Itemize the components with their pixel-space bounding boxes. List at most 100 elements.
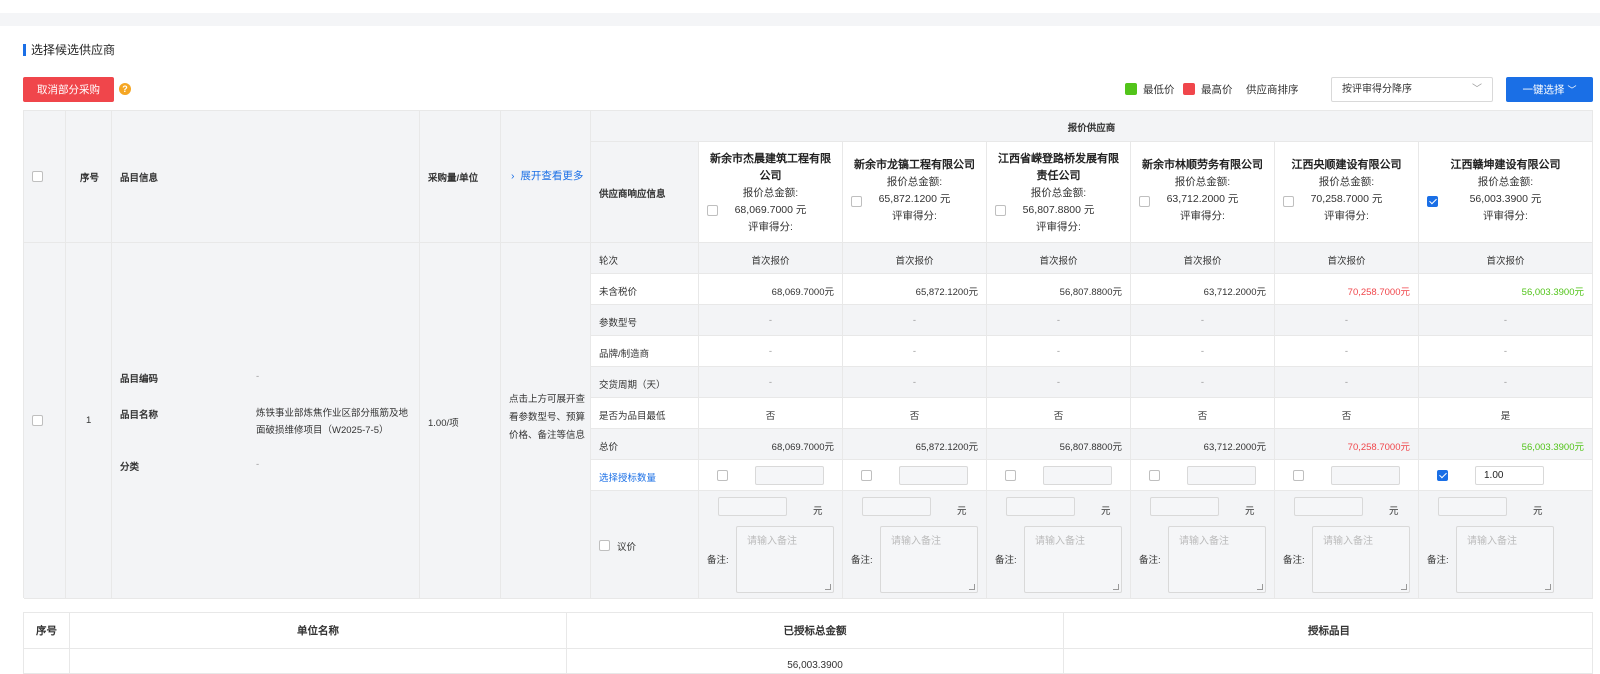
remark-textarea[interactable]: 请输入备注 [1024, 526, 1122, 593]
row-label-price: 总价 [599, 442, 619, 453]
supplier-lowest-value: 否 [1053, 411, 1064, 422]
negotiate-price-input[interactable] [718, 497, 787, 516]
negotiate-price-input[interactable] [1294, 497, 1363, 516]
summary-col-items: 授标品目 [1064, 613, 1592, 673]
select-all-checkbox[interactable] [32, 171, 43, 182]
chevron-down-icon: ﹀ [1472, 84, 1482, 95]
supplier-lowest-value: 是 [1500, 411, 1511, 422]
supplier-5-round-cell: 首次报价 [1419, 243, 1593, 274]
supplier-name: 江西赣坤建设有限公司 [1450, 159, 1561, 171]
award-checkbox[interactable] [717, 470, 728, 481]
yuan-unit: 元 [1389, 506, 1399, 517]
supplier-sort-select[interactable]: 按评审得分降序 ﹀ [1331, 77, 1493, 102]
supplier-untaxed-value: 56,807.8800元 [1059, 287, 1122, 298]
award-qty-input[interactable] [899, 466, 968, 485]
supplier-price-value: 56,003.3900元 [1521, 442, 1584, 453]
quote-total-value: 70,258.7000 元 [1310, 193, 1383, 205]
supplier-param-value: - [1200, 315, 1205, 326]
negotiate-checkbox[interactable] [599, 540, 610, 551]
supplier-4-price-cell: 70,258.7000元 [1275, 429, 1419, 460]
remark-textarea[interactable]: 请输入备注 [880, 526, 978, 593]
remark-textarea[interactable]: 请输入备注 [1456, 526, 1554, 593]
supplier-untaxed-value: 70,258.7000元 [1347, 287, 1410, 298]
supplier-selection-panel: 选择候选供应商 取消部分采购 ? 最低价 最高价 供应商排序 按评审得分降序 ﹀… [0, 26, 1600, 674]
supplier-3-untaxed-cell: 63,712.2000元 [1131, 274, 1275, 305]
negotiate-price-input[interactable] [1438, 497, 1507, 516]
supplier-4-param-cell: - [1275, 305, 1419, 336]
yuan-unit: 元 [957, 506, 967, 517]
supplier-header-5: 江西赣坤建设有限公司 报价总金额: 56,003.3900 元评审得分: [1419, 142, 1593, 243]
supplier-round-value: 首次报价 [1486, 256, 1525, 267]
award-checkbox[interactable] [1437, 470, 1448, 481]
supplier-0-lowest-cell: 否 [699, 398, 843, 429]
help-icon[interactable]: ? [119, 83, 131, 95]
supplier-quote-table: 序号 品目信息 采购量/单位 › 展开查看更多 报价供应商 供应商响应信息 1 … [23, 110, 1593, 599]
header-index: 序号 [80, 173, 100, 184]
supplier-2-round-cell: 首次报价 [987, 243, 1131, 274]
supplier-5-param-cell: - [1419, 305, 1593, 336]
award-checkbox[interactable] [1149, 470, 1160, 481]
negotiate-price-input[interactable] [1150, 497, 1219, 516]
supplier-0-delivery-cell: - [699, 367, 843, 398]
negotiate-price-input[interactable] [862, 497, 931, 516]
award-qty-input[interactable]: 1.00 [1475, 466, 1544, 485]
row-index-cell: 1 [66, 243, 112, 599]
row-label-untaxed: 未含税价 [599, 287, 638, 298]
header-quote-suppliers: 报价供应商 [1067, 123, 1116, 134]
one-click-select-button[interactable]: 一键选择 ﹀ [1506, 77, 1593, 102]
remark-textarea[interactable]: 请输入备注 [1168, 526, 1266, 593]
supplier-4-delivery-cell: - [1275, 367, 1419, 398]
row-label-cell-delivery: 交货周期（天） [591, 367, 699, 398]
supplier-round-value: 首次报价 [1327, 256, 1366, 267]
expand-more-link[interactable]: › 展开查看更多 [511, 168, 583, 183]
review-score-label: 评审得分: [1036, 221, 1081, 233]
supplier-3-lowest-cell: 否 [1131, 398, 1275, 429]
row-label-round: 轮次 [599, 256, 619, 267]
supplier-5-price-cell: 56,003.3900元 [1419, 429, 1593, 460]
award-qty-input[interactable] [1187, 466, 1256, 485]
header-expand-cell[interactable]: › 展开查看更多 [501, 111, 591, 243]
supplier-param-value: - [912, 315, 917, 326]
supplier-2-delivery-cell: - [987, 367, 1131, 398]
remark-textarea[interactable]: 请输入备注 [1312, 526, 1410, 593]
yuan-unit: 元 [1533, 506, 1543, 517]
sort-label: 供应商排序 [1246, 83, 1299, 96]
supplier-2-lowest-cell: 否 [987, 398, 1131, 429]
supplier-3-param-cell: - [1131, 305, 1275, 336]
supplier-delivery-value: - [912, 377, 917, 388]
supplier-price-value: 65,872.1200元 [915, 442, 978, 453]
negotiate-price-input[interactable] [1006, 497, 1075, 516]
quote-total-value: 56,807.8800 元 [1022, 204, 1095, 216]
supplier-5-negotiate-cell: 元备注: 请输入备注 [1419, 491, 1593, 599]
award-qty-input[interactable] [1331, 466, 1400, 485]
remark-label: 备注: [707, 555, 729, 566]
supplier-2-negotiate-cell: 元备注: 请输入备注 [987, 491, 1131, 599]
row-label-cell-param: 参数型号 [591, 305, 699, 336]
supplier-brand-value: - [768, 346, 773, 357]
supplier-brand-value: - [1056, 346, 1061, 357]
award-qty-input[interactable] [755, 466, 824, 485]
remark-textarea[interactable]: 请输入备注 [736, 526, 834, 593]
row-label-award_qty[interactable]: 选择授标数量 [599, 470, 656, 484]
supplier-4-award_qty-cell [1275, 460, 1419, 491]
item-name-label: 品目名称 [120, 410, 159, 421]
supplier-1-price-cell: 65,872.1200元 [843, 429, 987, 460]
supplier-lowest-value: 否 [1197, 411, 1208, 422]
chevron-down-icon: ﹀ [1567, 85, 1577, 95]
award-qty-input[interactable] [1043, 466, 1112, 485]
quote-total-value: 63,712.2000 元 [1166, 193, 1239, 205]
row-label-cell-untaxed: 未含税价 [591, 274, 699, 305]
cancel-partial-procurement-button[interactable]: 取消部分采购 [23, 77, 114, 102]
supplier-delivery-value: - [768, 377, 773, 388]
award-checkbox[interactable] [1293, 470, 1304, 481]
quote-total-label: 报价总金额: [1318, 176, 1375, 188]
supplier-5-brand-cell: - [1419, 336, 1593, 367]
award-checkbox[interactable] [861, 470, 872, 481]
award-checkbox[interactable] [1005, 470, 1016, 481]
supplier-param-value: - [768, 315, 773, 326]
quote-total-label: 报价总金额: [1030, 187, 1087, 199]
header-item-info: 品目信息 [120, 173, 159, 184]
header-select-all-cell [24, 111, 66, 243]
row-select-checkbox[interactable] [32, 415, 43, 426]
supplier-brand-value: - [1200, 346, 1205, 357]
